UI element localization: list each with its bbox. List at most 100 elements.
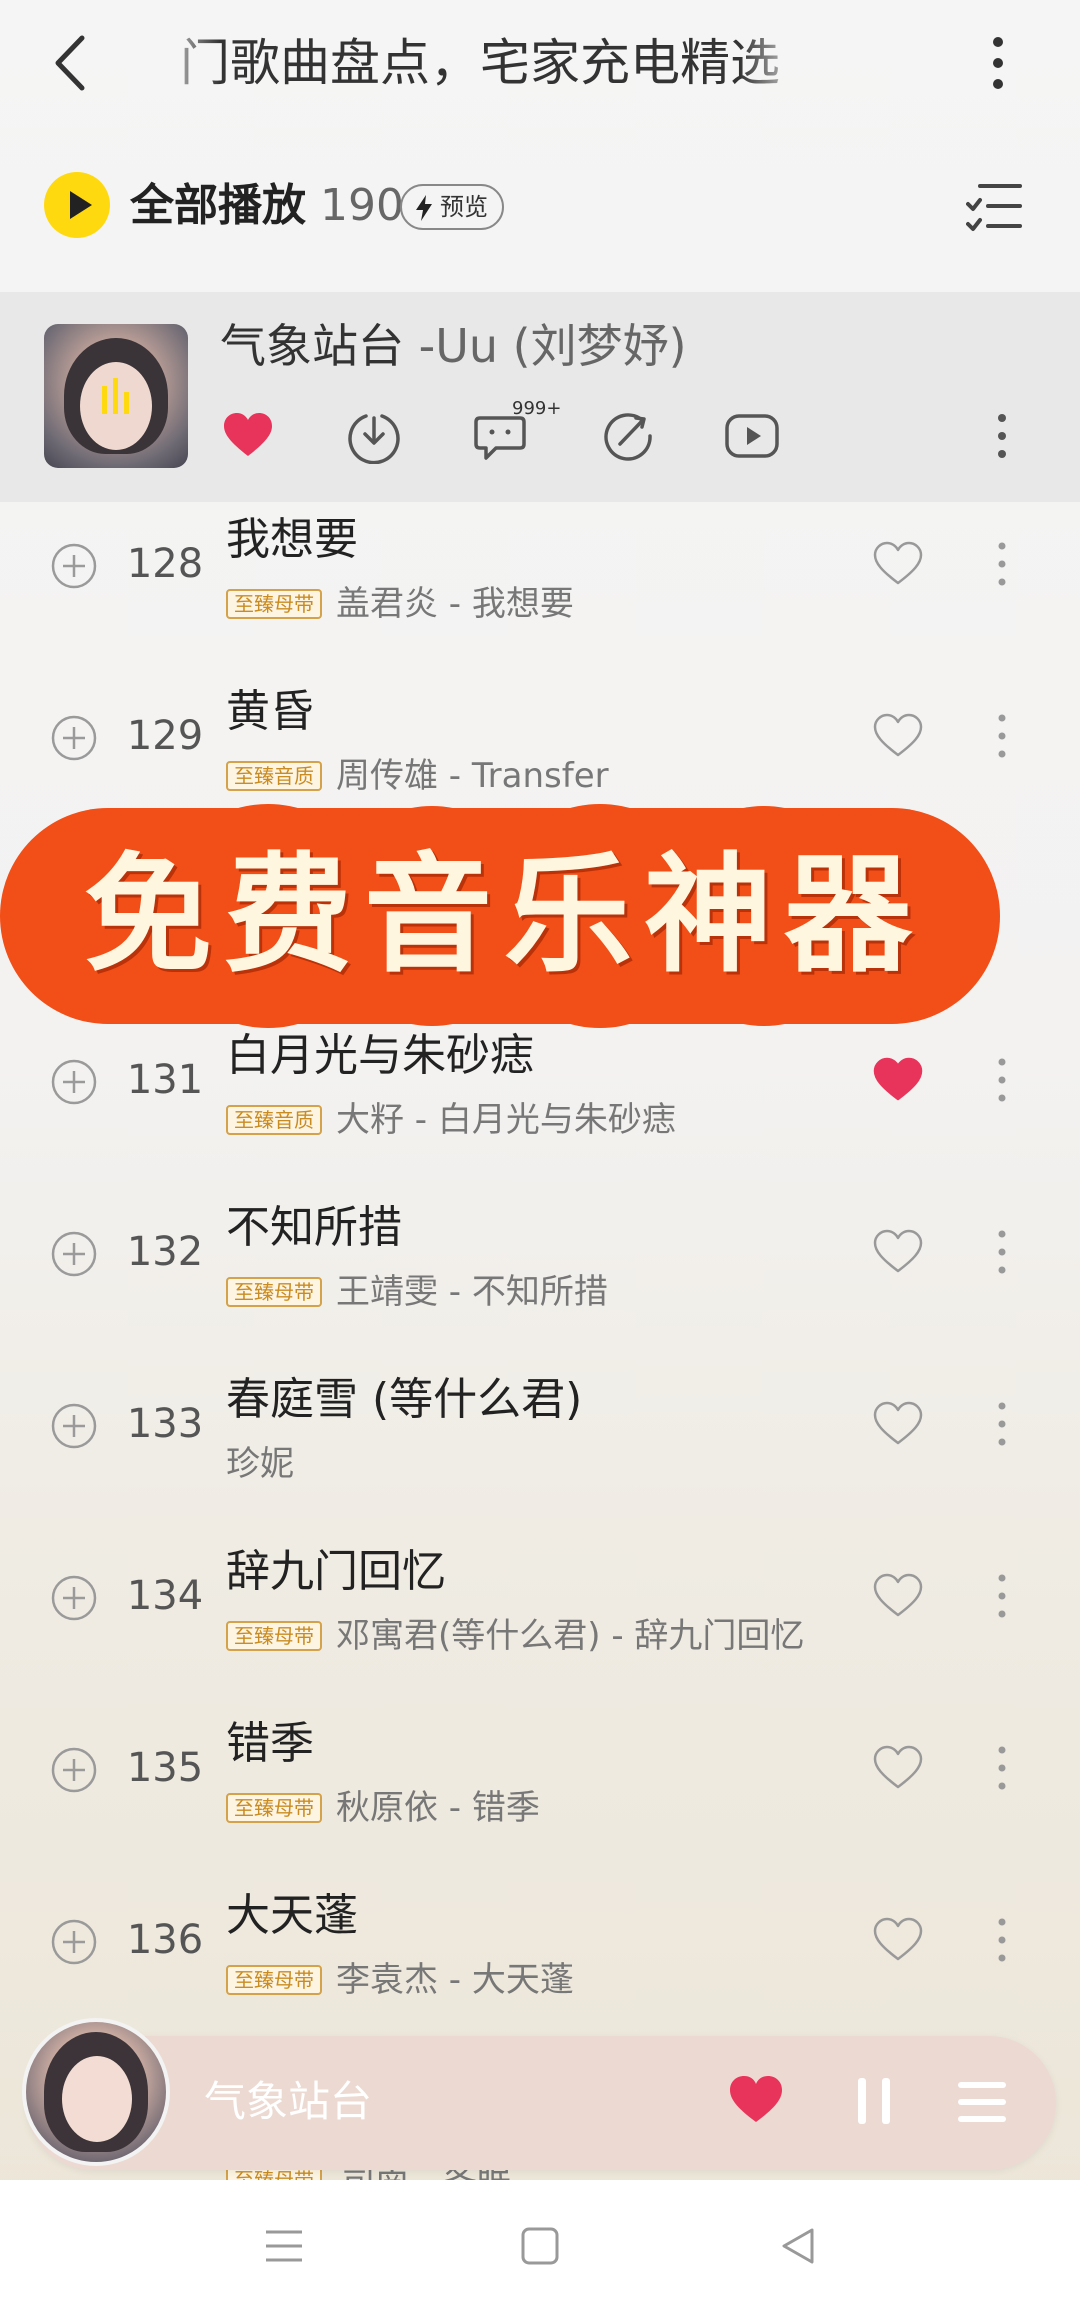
heart-filled-icon [873, 1057, 923, 1101]
song-meta: 至臻母带 邓寓君(等什么君) - 辞九门回忆 [226, 1614, 804, 1658]
song-subtitle: 邓寓君(等什么君) - 辞九门回忆 [336, 1616, 805, 1656]
add-to-playlist-button[interactable] [50, 714, 98, 762]
download-button[interactable] [346, 408, 402, 464]
play-all-button[interactable] [44, 172, 110, 238]
heart-outline-icon [873, 1401, 923, 1445]
song-more-button[interactable] [994, 1564, 1010, 1628]
more-button[interactable] [978, 30, 1018, 96]
plus-circle-icon [51, 715, 97, 761]
like-button[interactable] [872, 1744, 924, 1792]
multi-select-button[interactable] [966, 180, 1024, 234]
play-icon [70, 191, 92, 219]
heart-outline-icon [873, 1917, 923, 1961]
like-button[interactable] [872, 1056, 924, 1104]
add-to-playlist-button[interactable] [50, 1918, 98, 1966]
lightning-icon [416, 195, 432, 221]
heart-outline-icon [873, 1229, 923, 1273]
song-more-button[interactable] [994, 1736, 1010, 1800]
song-row[interactable]: 136 大天蓬 至臻母带 李袁杰 - 大天蓬 [0, 1878, 1080, 2050]
add-to-playlist-button[interactable] [50, 1230, 98, 1278]
song-title: 春庭雪 (等什么君) [226, 1374, 583, 1425]
like-button[interactable] [220, 408, 276, 464]
song-more-button[interactable] [994, 1908, 1010, 1972]
song-number: 132 [126, 1229, 204, 1275]
like-button[interactable] [872, 1228, 924, 1276]
add-to-playlist-button[interactable] [50, 1058, 98, 1106]
square-home-icon [521, 2227, 559, 2265]
back-button[interactable] [46, 30, 98, 96]
song-more-button[interactable] [994, 1220, 1010, 1284]
now-playing-song: 气象站台 [220, 319, 404, 373]
song-number: 128 [126, 541, 204, 587]
menu-nav-button[interactable] [262, 2224, 306, 2268]
now-playing-artist: -Uu (刘梦妤) [418, 319, 687, 373]
song-title: 白月光与朱砂痣 [226, 1030, 534, 1081]
song-row[interactable]: 131 白月光与朱砂痣 至臻音质 大籽 - 白月光与朱砂痣 [0, 1018, 1080, 1190]
song-number: 136 [126, 1917, 204, 1963]
vertical-dots-icon [998, 542, 1006, 586]
song-row[interactable]: 134 辞九门回忆 至臻母带 邓寓君(等什么君) - 辞九门回忆 [0, 1534, 1080, 1706]
share-button[interactable] [600, 408, 656, 464]
video-button[interactable] [724, 408, 780, 464]
triangle-back-icon [782, 2228, 814, 2264]
song-subtitle: 李袁杰 - 大天蓬 [336, 1960, 574, 2000]
preview-button[interactable]: 预览 [400, 184, 504, 230]
heart-outline-icon [873, 541, 923, 585]
quality-badge: 至臻音质 [226, 761, 322, 791]
add-to-playlist-button[interactable] [50, 1746, 98, 1794]
song-more-button[interactable] [994, 1048, 1010, 1112]
plus-circle-icon [51, 1919, 97, 1965]
promo-text: 免费音乐神器 [83, 840, 924, 990]
song-meta: 至臻母带 王靖雯 - 不知所措 [226, 1270, 608, 1314]
song-subtitle: 王靖雯 - 不知所措 [336, 1272, 608, 1312]
song-subtitle: 盖君炎 - 我想要 [336, 584, 574, 624]
song-title: 不知所措 [226, 1202, 402, 1253]
song-more-button[interactable] [994, 1392, 1010, 1456]
mini-player-title[interactable]: 气象站台 [204, 2070, 372, 2134]
add-to-playlist-button[interactable] [50, 542, 98, 590]
like-button[interactable] [872, 1400, 924, 1448]
add-to-playlist-button[interactable] [50, 1402, 98, 1450]
heart-filled-icon [224, 413, 272, 456]
vertical-dots-icon [993, 37, 1003, 89]
vertical-dots-icon [998, 1746, 1006, 1790]
song-number: 131 [126, 1057, 204, 1103]
mini-like-button[interactable] [726, 2072, 786, 2128]
add-to-playlist-button[interactable] [50, 1574, 98, 1622]
system-nav-bar [0, 2180, 1080, 2313]
song-more-button[interactable] [994, 532, 1010, 596]
like-button[interactable] [872, 540, 924, 588]
mini-player[interactable]: 气象站台 [22, 2018, 1056, 2170]
song-row[interactable]: 128 我想要至臻母带 盖君炎 - 我想要 [0, 502, 1080, 674]
song-title: 黄昏 [226, 686, 314, 737]
mini-player-cover[interactable] [22, 2018, 170, 2166]
vertical-dots-icon [998, 714, 1006, 758]
plus-circle-icon [51, 1231, 97, 1277]
heart-outline-icon [873, 713, 923, 757]
song-more-button[interactable] [994, 704, 1010, 768]
song-meta: 珍妮 [226, 1442, 294, 1486]
play-all-label[interactable]: 全部播放 [130, 176, 306, 236]
playlist-button[interactable] [956, 2078, 1008, 2126]
song-title: 我想要 [226, 514, 358, 565]
quality-badge: 至臻母带 [226, 1277, 322, 1307]
pause-button[interactable] [854, 2074, 894, 2128]
song-row[interactable]: 133 春庭雪 (等什么君) 珍妮 [0, 1362, 1080, 1534]
like-button[interactable] [872, 1916, 924, 1964]
plus-circle-icon [51, 1575, 97, 1621]
preview-label: 预览 [440, 193, 488, 221]
home-nav-button[interactable] [518, 2224, 562, 2268]
song-subtitle: 大籽 - 白月光与朱砂痣 [336, 1100, 676, 1140]
playlist-icon [958, 2082, 1006, 2122]
song-meta: 至臻音质 周传雄 - Transfer [226, 754, 609, 798]
page-title: 门歌曲盘点，宅家充电精选 [180, 34, 780, 92]
song-meta: 至臻母带 盖君炎 - 我想要 [226, 582, 574, 626]
comment-count-badge: 999+ [512, 398, 562, 419]
song-more-button[interactable] [994, 408, 1010, 464]
back-nav-button[interactable] [776, 2224, 820, 2268]
like-button[interactable] [872, 712, 924, 760]
like-button[interactable] [872, 1572, 924, 1620]
now-playing-row[interactable]: 气象站台 -Uu (刘梦妤) 999+ [0, 292, 1080, 502]
song-row[interactable]: 135 错季 至臻母带 秋原依 - 错季 [0, 1706, 1080, 1878]
song-row[interactable]: 132 不知所措至臻母带 王靖雯 - 不知所措 [0, 1190, 1080, 1362]
